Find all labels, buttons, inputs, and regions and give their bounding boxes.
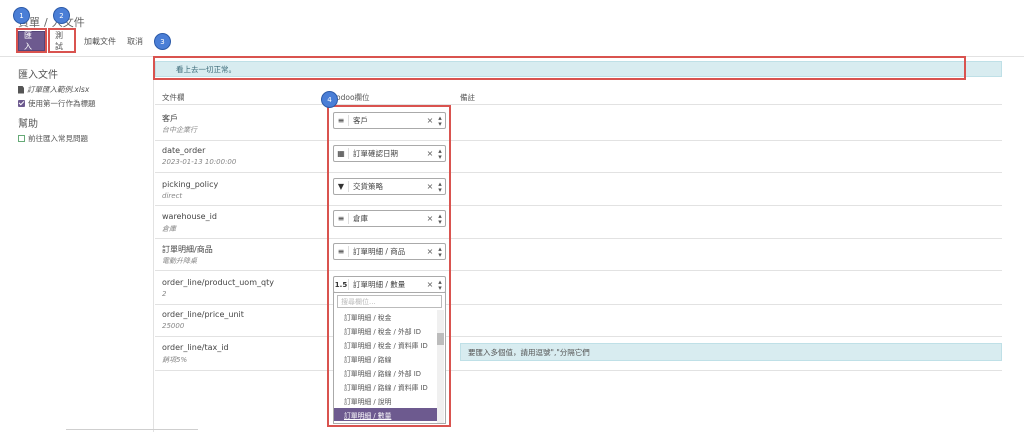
highlight-field-column [327,105,451,427]
faq-link[interactable]: 前往匯入常見問題 [18,133,88,144]
cancel-button[interactable]: 取消 [122,31,148,51]
row-divider [155,270,1002,271]
row-divider [155,304,1002,305]
row-field-name: picking_policy [162,180,219,189]
annotation-marker: 3 [154,33,171,50]
external-link-icon [18,135,25,142]
row-sample-value: 電動升降桌 [162,257,197,265]
row-field-name: order_line/product_uom_qty [162,278,274,287]
row-sample-value: 銷項5% [162,356,188,364]
tax-hint: 要匯入多個值，請用逗號","分隔它們 [460,343,1002,361]
row-field-name: order_line/tax_id [162,343,229,352]
row-field-name: 訂單明細/商品 [162,245,213,254]
first-row-header-option[interactable]: 使用第一行作為標題 [18,98,96,109]
row-field-name: order_line/price_unit [162,310,244,319]
tax-hint-text: 要匯入多個值，請用逗號","分隔它們 [468,347,590,357]
annotation-marker: 4 [321,91,338,108]
sidebar-help-heading: 幫助 [18,119,38,130]
import-button[interactable]: 匯入 [18,31,45,51]
row-field-name: date_order [162,146,206,155]
row-divider [155,370,1002,371]
highlight-alert [153,56,966,80]
row-sample-value: 倉庫 [162,225,176,233]
faq-link-label: 前往匯入常見問題 [28,134,88,143]
load-file-button[interactable]: 加載文件 [79,31,121,51]
file-icon [18,85,24,94]
file-name: 訂單匯入範例.xlsx [27,85,90,94]
row-sample-value: direct [162,192,183,200]
row-divider [155,336,1002,337]
annotation-marker: 1 [13,7,30,24]
row-sample-value: 25000 [162,322,185,330]
sidebar-files-heading: 匯入文件 [18,70,58,81]
row-sample-value: 2 [162,290,167,298]
row-sample-value: 台中企業行 [162,126,197,134]
row-divider [155,205,1002,206]
test-button[interactable]: 測試 [50,31,74,51]
column-file: 文件欄 [162,93,185,102]
row-divider [155,172,1002,173]
column-note: 備註 [460,93,475,102]
first-row-header-checkbox[interactable] [18,100,25,107]
bottom-scrollbar[interactable] [66,429,198,430]
first-row-header-label: 使用第一行作為標題 [28,99,96,108]
sidebar-divider [153,56,154,432]
sidebar-file: 訂單匯入範例.xlsx [18,84,89,95]
row-divider [155,238,1002,239]
row-divider [155,140,1002,141]
column-odoo-field: odoo欄位 [336,93,370,102]
annotation-marker: 2 [53,7,70,24]
row-sample-value: 2023-01-13 10:00:00 [162,158,237,166]
row-field-name: 客戶 [162,114,178,123]
header-row-divider [155,104,1002,105]
row-field-name: warehouse_id [162,212,217,221]
